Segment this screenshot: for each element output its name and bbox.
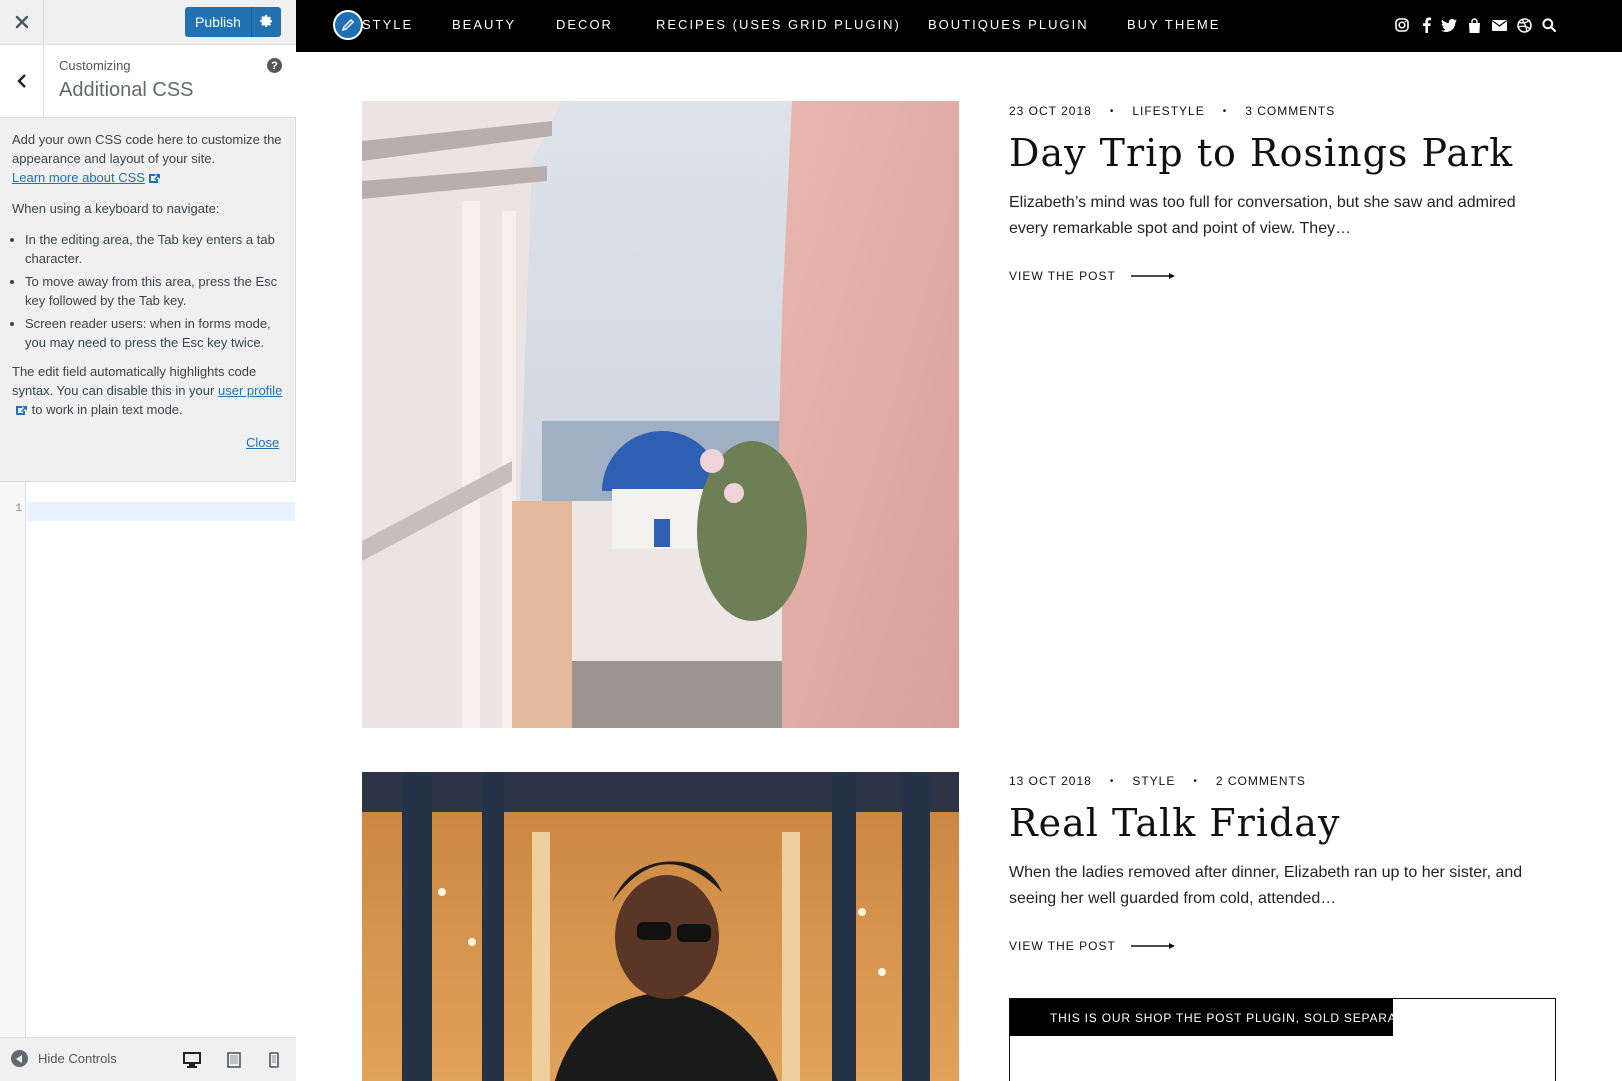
line-number: 1: [15, 503, 22, 515]
post-excerpt: Elizabeth’s mind was too full for conver…: [1009, 194, 1516, 237]
arrow-right-icon: [1130, 943, 1175, 949]
post-featured-image[interactable]: [362, 772, 959, 1081]
post-category-link[interactable]: LIFESTYLE: [1132, 104, 1204, 118]
post-excerpt: When the ladies removed after dinner, El…: [1009, 864, 1523, 907]
shop-the-post-banner: THIS IS OUR SHOP THE POST PLUGIN, SOLD S…: [1010, 999, 1430, 1036]
mobile-preview-button[interactable]: [264, 1050, 284, 1070]
pencil-icon: [341, 18, 355, 32]
instagram-icon[interactable]: [1394, 16, 1410, 34]
shop-the-post-widget: THIS IS OUR SHOP THE POST PLUGIN, SOLD S…: [1009, 998, 1556, 1081]
nav-item-recipes[interactable]: RECIPES (USES GRID PLUGIN): [656, 17, 901, 32]
desktop-preview-button[interactable]: [182, 1050, 202, 1070]
close-icon: [15, 15, 28, 29]
desktop-icon: [183, 1052, 201, 1068]
view-post-label: VIEW THE POST: [1009, 269, 1116, 283]
hide-controls-label: Hide Controls: [38, 1051, 117, 1066]
editor-gutter: 1: [0, 482, 26, 1037]
active-line[interactable]: [27, 502, 295, 521]
customizer-header: Publish: [0, 0, 296, 45]
post-comments-link[interactable]: 3 COMMENTS: [1245, 104, 1335, 118]
site-top-navigation: STYLE BEAUTY DECOR RECIPES (USES GRID PL…: [296, 0, 1622, 52]
meta-separator: •: [1222, 105, 1228, 117]
hide-controls-button[interactable]: Hide Controls: [11, 1050, 117, 1067]
back-button[interactable]: [0, 45, 44, 117]
arrow-right-icon: [1130, 273, 1175, 279]
chevron-left-icon: [16, 74, 26, 88]
keyboard-tip: To move away from this area, press the E…: [25, 272, 284, 310]
publish-settings-button[interactable]: [251, 7, 281, 37]
keyboard-tip: In the editing area, the Tab key enters …: [25, 230, 284, 268]
view-post-link[interactable]: VIEW THE POST: [1009, 269, 1175, 283]
tablet-preview-button[interactable]: [224, 1050, 244, 1070]
section-name: Additional CSS: [59, 79, 194, 101]
keyboard-tip: Screen reader users: when in forms mode,…: [25, 314, 284, 352]
publish-button-group: Publish: [185, 7, 281, 37]
post-featured-image[interactable]: [362, 101, 959, 728]
shopping-bag-icon[interactable]: [1466, 16, 1482, 34]
syntax-highlight-note: The edit field automatically highlights …: [12, 362, 284, 419]
css-help-text: Add your own CSS code here to customize …: [12, 130, 284, 431]
view-post-label: VIEW THE POST: [1009, 939, 1116, 953]
css-code-editor[interactable]: 1: [0, 481, 296, 1037]
mobile-icon: [269, 1052, 279, 1068]
publish-button[interactable]: Publish: [185, 7, 251, 37]
collapse-icon: [11, 1050, 28, 1067]
post-comments-link[interactable]: 2 COMMENTS: [1216, 774, 1306, 788]
post-title[interactable]: Real Talk Friday: [1009, 801, 1340, 845]
meta-separator: •: [1193, 775, 1198, 787]
post-date: 23 OCT 2018: [1009, 104, 1092, 118]
post-title[interactable]: Day Trip to Rosings Park: [1009, 131, 1513, 175]
customizer-footer: Hide Controls: [0, 1037, 296, 1081]
external-link-icon: [148, 174, 160, 184]
close-help-link[interactable]: Close: [246, 435, 279, 450]
view-post-link[interactable]: VIEW THE POST: [1009, 939, 1175, 953]
customizer-sidebar: Publish Customizing Additional CSS ? Add…: [0, 0, 296, 1081]
post-date: 13 OCT 2018: [1009, 774, 1092, 788]
nav-item-decor[interactable]: DECOR: [556, 17, 613, 32]
meta-separator: •: [1109, 775, 1115, 787]
post-meta: 23 OCT 2018 • LIFESTYLE • 3 COMMENTS: [1009, 104, 1335, 118]
customizing-label: Customizing: [59, 58, 131, 73]
nav-item-style[interactable]: STYLE: [362, 17, 413, 32]
gear-icon: [259, 15, 272, 27]
site-preview: STYLE BEAUTY DECOR RECIPES (USES GRID PL…: [296, 0, 1622, 1081]
dribbble-icon[interactable]: [1516, 16, 1532, 34]
keyboard-heading: When using a keyboard to navigate:: [12, 201, 220, 216]
meta-separator: •: [1109, 105, 1115, 117]
facebook-icon[interactable]: [1418, 16, 1434, 34]
email-icon[interactable]: [1491, 16, 1507, 34]
help-icon[interactable]: ?: [267, 58, 282, 73]
close-customizer-button[interactable]: [0, 0, 44, 44]
nav-item-boutiques[interactable]: BOUTIQUES PLUGIN: [928, 17, 1089, 32]
post-category-link[interactable]: STYLE: [1132, 774, 1175, 788]
nav-item-beauty[interactable]: BEAUTY: [452, 17, 516, 32]
external-link-icon: [16, 406, 27, 416]
section-title-bar: Customizing Additional CSS ?: [0, 45, 296, 118]
help-intro-text: Add your own CSS code here to customize …: [12, 132, 282, 166]
help-intro: Add your own CSS code here to customize …: [12, 130, 284, 187]
learn-more-link-text: Learn more about CSS: [12, 170, 145, 185]
keyboard-tips-list: In the editing area, the Tab key enters …: [25, 230, 284, 352]
syntax-note-text-end: to work in plain text mode.: [31, 402, 183, 417]
edit-shortcut-button[interactable]: [333, 10, 363, 40]
search-icon[interactable]: [1541, 16, 1557, 34]
post-meta: 13 OCT 2018 • STYLE • 2 COMMENTS: [1009, 774, 1306, 788]
nav-item-buy-theme[interactable]: BUY THEME: [1127, 17, 1220, 32]
user-profile-link-text: user profile: [217, 383, 283, 398]
learn-more-link[interactable]: Learn more about CSS: [12, 170, 161, 185]
tablet-icon: [227, 1052, 241, 1068]
twitter-icon[interactable]: [1441, 16, 1457, 34]
